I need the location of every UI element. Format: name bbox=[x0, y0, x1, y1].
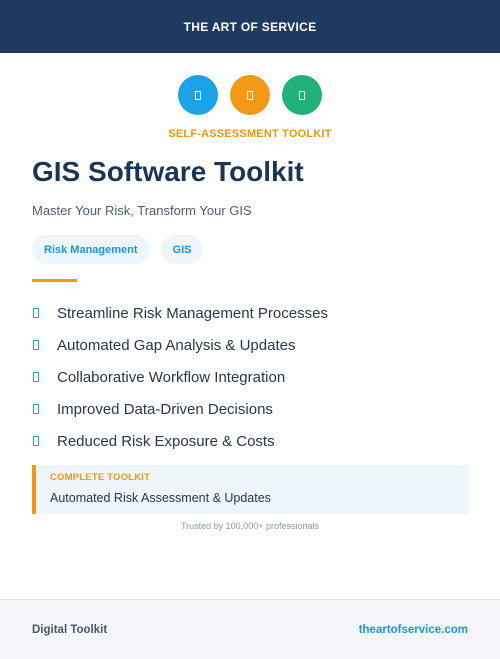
callout-text: Automated Risk Assessment & Updates bbox=[50, 491, 271, 505]
footer-bar: Digital Toolkit theartofservice.com bbox=[0, 599, 500, 659]
feature-text: Streamline Risk Management Processes bbox=[57, 304, 328, 322]
check-icon bbox=[33, 308, 39, 318]
header-bar: THE ART OF SERVICE bbox=[0, 0, 500, 53]
icon-row bbox=[0, 75, 500, 115]
document-icon bbox=[230, 75, 270, 115]
toolkit-kicker: SELF-ASSESSMENT TOOLKIT bbox=[168, 128, 332, 140]
feature-text: Reduced Risk Exposure & Costs bbox=[57, 432, 275, 450]
footer-label: Digital Toolkit bbox=[32, 623, 108, 636]
check-icon bbox=[33, 404, 39, 414]
list-item: Streamline Risk Management Processes bbox=[32, 297, 328, 329]
page-title: GIS Software Toolkit bbox=[32, 156, 304, 187]
feature-text: Improved Data-Driven Decisions bbox=[57, 400, 273, 418]
feature-text: Collaborative Workflow Integration bbox=[57, 368, 286, 386]
tag-list: Risk Management GIS bbox=[32, 235, 204, 264]
list-item: Reduced Risk Exposure & Costs bbox=[32, 425, 328, 457]
check-icon bbox=[33, 436, 39, 446]
document-icon bbox=[178, 75, 218, 115]
accent-divider bbox=[32, 279, 77, 282]
brand-name: THE ART OF SERVICE bbox=[183, 19, 317, 34]
tag-risk-management: Risk Management bbox=[32, 235, 150, 264]
check-icon bbox=[33, 340, 39, 350]
complete-toolkit-callout: COMPLETE TOOLKIT Automated Risk Assessme… bbox=[32, 465, 469, 514]
page-subtitle: Master Your Risk, Transform Your GIS bbox=[32, 203, 252, 218]
check-icon bbox=[33, 372, 39, 382]
list-item: Collaborative Workflow Integration bbox=[32, 361, 328, 393]
feature-text: Automated Gap Analysis & Updates bbox=[57, 336, 296, 354]
feature-list: Streamline Risk Management Processes Aut… bbox=[32, 297, 328, 457]
tag-gis: GIS bbox=[160, 235, 204, 264]
website-link[interactable]: theartofservice.com bbox=[359, 624, 468, 636]
list-item: Improved Data-Driven Decisions bbox=[32, 393, 328, 425]
trusted-note: Trusted by 100,000+ professionals bbox=[180, 521, 319, 531]
callout-kicker: COMPLETE TOOLKIT bbox=[50, 472, 151, 483]
document-icon bbox=[282, 75, 322, 115]
list-item: Automated Gap Analysis & Updates bbox=[32, 329, 328, 361]
